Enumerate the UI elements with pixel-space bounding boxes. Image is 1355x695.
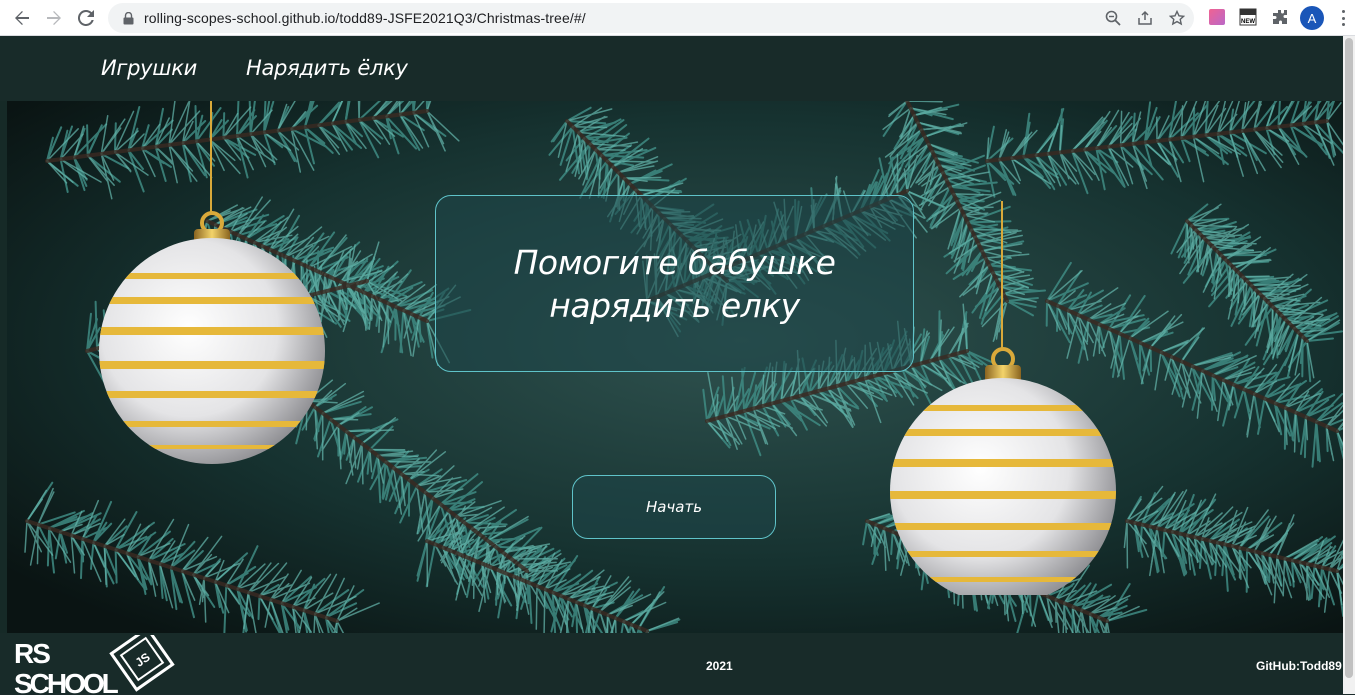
footer-year: 2021 — [706, 659, 733, 673]
extension-new-icon[interactable]: NEW — [1237, 6, 1259, 28]
hero-title: Помогите бабушке нарядить елку — [455, 241, 895, 327]
profile-avatar[interactable]: A — [1300, 6, 1324, 30]
share-icon[interactable] — [1136, 9, 1154, 27]
page-scrollbar[interactable] — [1343, 36, 1355, 694]
svg-text:NEW: NEW — [1241, 19, 1255, 25]
rs-school-logo[interactable]: RS SCHOOL JS — [12, 635, 187, 695]
page: Игрушки Нарядить ёлку — [0, 36, 1355, 694]
zoom-icon[interactable] — [1104, 9, 1122, 27]
bookmark-star-icon[interactable] — [1168, 9, 1186, 27]
nav-decorate-tree-link[interactable]: Нарядить ёлку — [246, 56, 408, 80]
extension-gradient-icon[interactable] — [1206, 6, 1228, 28]
svg-text:JS: JS — [133, 650, 153, 670]
address-bar[interactable]: rolling-scopes-school.github.io/todd89-J… — [108, 3, 1194, 33]
url-text: rolling-scopes-school.github.io/todd89-J… — [144, 10, 586, 26]
nav-toys-link[interactable]: Игрушки — [101, 56, 197, 80]
forward-button[interactable] — [38, 2, 70, 34]
browser-toolbar: rolling-scopes-school.github.io/todd89-J… — [0, 0, 1355, 36]
lock-icon — [120, 10, 136, 26]
site-header: Игрушки Нарядить ёлку — [0, 36, 1343, 101]
address-bar-actions — [1104, 3, 1186, 33]
hero-title-panel: Помогите бабушке нарядить елку — [435, 195, 914, 372]
browser-menu-icon[interactable] — [1336, 8, 1350, 28]
extensions-puzzle-icon[interactable] — [1269, 6, 1291, 28]
svg-text:SCHOOL: SCHOOL — [14, 668, 119, 695]
left-ornament-ball — [97, 101, 327, 465]
reload-button[interactable] — [70, 2, 102, 34]
reload-icon — [78, 10, 94, 26]
hero-section: Помогите бабушке нарядить елку Начать — [7, 101, 1343, 633]
github-link[interactable]: GitHub:Todd89 — [1256, 659, 1342, 673]
svg-text:RS: RS — [14, 638, 50, 669]
start-button[interactable]: Начать — [572, 475, 776, 539]
site-footer: RS SCHOOL JS 2021 GitHub:Todd89 — [0, 633, 1343, 694]
arrow-right-icon — [46, 10, 62, 26]
back-button[interactable] — [6, 2, 38, 34]
arrow-left-icon — [14, 10, 30, 26]
right-ornament-ball — [889, 201, 1119, 595]
scrollbar-thumb[interactable] — [1345, 38, 1353, 678]
